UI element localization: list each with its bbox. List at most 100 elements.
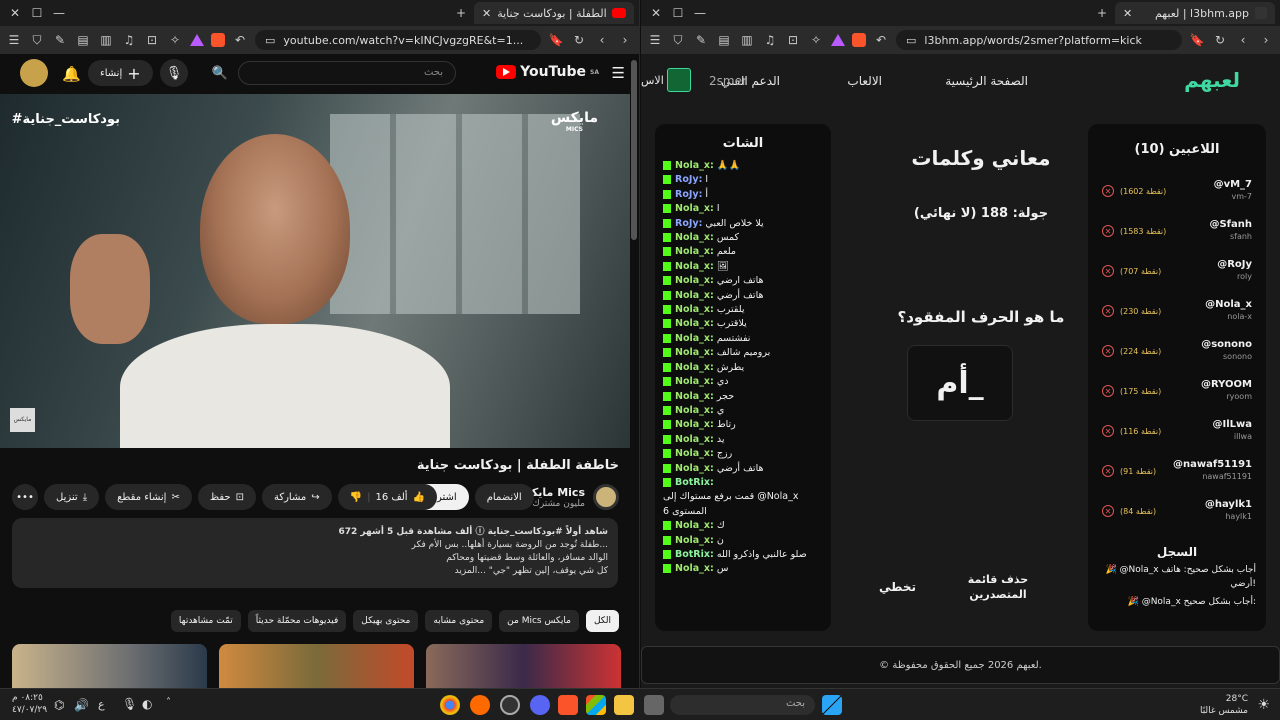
chat-username[interactable]: Nola_x: [675, 160, 714, 171]
like-dislike-button[interactable]: 👎 | 16 ألف 👍 [337, 484, 438, 510]
clipboard-icon[interactable]: ▤ [716, 33, 732, 47]
app-icon-circle[interactable] [500, 695, 520, 715]
windows-start-icon[interactable] [822, 695, 842, 715]
sidebar-icon[interactable]: ▥ [98, 33, 114, 47]
site-brand-logo[interactable]: لعبهم [1184, 68, 1240, 92]
remove-player-icon[interactable]: ✕ [1102, 505, 1114, 517]
search-button[interactable]: 🔍 [206, 59, 234, 87]
dislike-icon[interactable]: 👎 [350, 492, 362, 503]
chip-similar[interactable]: محتوى مشابه [425, 610, 493, 632]
remove-player-icon[interactable]: ✕ [1102, 265, 1114, 277]
clipboard-icon[interactable]: ▤ [75, 33, 91, 47]
chat-username[interactable]: RoJy: [675, 189, 702, 200]
nav-games[interactable]: الالعاب [847, 74, 882, 88]
download-button[interactable]: تنزيل ⤓ [44, 484, 100, 510]
task-view-icon[interactable] [644, 695, 664, 715]
chat-username[interactable]: Nola_x: [675, 290, 714, 301]
skip-button[interactable]: تخطي [879, 580, 916, 594]
chat-username[interactable]: Nola_x: [675, 362, 714, 373]
shield-icon[interactable]: ⛉ [670, 33, 686, 48]
close-window-icon[interactable]: ✕ [4, 6, 26, 20]
sidebar-icon[interactable]: ▥ [739, 33, 755, 47]
clock[interactable]: ٠٨:٢٥ م ٤٧/٠٧/٢٩ [12, 692, 47, 716]
chip-all[interactable]: الكل [585, 610, 619, 632]
vpn-icon[interactable] [190, 34, 204, 46]
minimize-window-icon[interactable]: — [689, 6, 711, 20]
show-hidden-icons[interactable]: ˄ [166, 697, 171, 708]
vpn-icon[interactable] [831, 34, 845, 46]
weather-widget[interactable]: 28°C مشمس غالبًا [1200, 693, 1248, 717]
volume-icon[interactable]: 🔊 [74, 698, 89, 712]
video-thumbnail[interactable] [426, 644, 621, 688]
tab-l3bhm[interactable]: ✕ لعبهم | l3bhm.app [1115, 2, 1275, 24]
bookmark-icon[interactable]: 🔖 [1189, 33, 1205, 47]
puzzle-icon[interactable]: ✧ [167, 33, 183, 47]
chip-watched[interactable]: تمّت مشاهدتها [170, 610, 241, 632]
menu-icon[interactable]: ☰ [6, 33, 22, 47]
site-info-icon[interactable]: ▭ [265, 34, 275, 47]
site-info-icon[interactable]: ▭ [906, 34, 916, 47]
back-icon[interactable]: ‹ [594, 33, 610, 47]
delete-leaderboard-button[interactable]: حذف قائمة المتصدرين [963, 572, 1033, 602]
chat-username[interactable]: Nola_x: [675, 563, 714, 574]
guide-menu-icon[interactable]: ☰ [612, 64, 625, 82]
remove-player-icon[interactable]: ✕ [1102, 465, 1114, 477]
voice-search-button[interactable]: 🎙 [160, 59, 188, 87]
video-description[interactable]: 672 ألف مشاهدة قبل 5 أشهر ⓘ شاهد أولاً #… [12, 518, 618, 588]
share-icon[interactable]: ↶ [873, 33, 889, 47]
tab-youtube[interactable]: ✕ خاطفة الطفلة | بودكاست جناية [474, 2, 634, 24]
join-button[interactable]: الانضمام [474, 484, 534, 510]
chat-username[interactable]: Nola_x: [675, 304, 714, 315]
chat-username[interactable]: Nola_x: [675, 246, 714, 257]
chat-username[interactable]: Nola_x: [675, 520, 714, 531]
reload-icon[interactable]: ↻ [1212, 33, 1228, 47]
notifications-bell-icon[interactable]: 🔔 [62, 65, 81, 83]
puzzle-icon[interactable]: ✧ [808, 33, 824, 47]
share-button[interactable]: مشاركة ↪ [261, 484, 332, 510]
network-icon[interactable]: ⌬ [54, 698, 64, 712]
close-tab-icon[interactable]: ✕ [1123, 7, 1132, 20]
menu-icon[interactable]: ☰ [647, 33, 663, 47]
video-thumbnail[interactable] [12, 644, 207, 688]
chat-username[interactable]: Nola_x: [675, 261, 714, 272]
chat-username[interactable]: Nola_x: [675, 448, 714, 459]
extensions-icon[interactable]: ✎ [52, 33, 68, 47]
chip-recent[interactable]: فيديوهات محمّلة حديثاً [247, 610, 347, 632]
music-icon[interactable]: ♫ [762, 33, 778, 47]
chat-username[interactable]: Nola_x: [675, 391, 714, 402]
account-avatar[interactable] [20, 59, 48, 87]
chat-username[interactable]: Nola_x: [675, 275, 714, 286]
chat-username[interactable]: RoJy: [675, 218, 702, 229]
video-player[interactable]: #بودكاست_جناية مايكس MICS [0, 94, 630, 448]
app-icon-orange[interactable] [470, 695, 490, 715]
chip-related[interactable]: محتوى بهيكل [353, 610, 419, 632]
maximize-window-icon[interactable]: ☐ [26, 6, 48, 20]
clip-button[interactable]: إنشاء مقطع ✂ [105, 484, 192, 510]
user-avatar[interactable] [667, 68, 691, 92]
share-icon[interactable]: ↶ [232, 33, 248, 47]
remove-player-icon[interactable]: ✕ [1102, 305, 1114, 317]
music-icon[interactable]: ♫ [121, 33, 137, 47]
bookmark-icon[interactable]: 🔖 [548, 33, 564, 47]
minimize-window-icon[interactable]: — [48, 6, 70, 20]
new-tab-icon[interactable]: + [1091, 6, 1113, 20]
input-language[interactable]: ع [98, 698, 105, 711]
create-button[interactable]: إنشاء + [88, 60, 153, 86]
remove-player-icon[interactable]: ✕ [1102, 185, 1114, 197]
reload-icon[interactable]: ↻ [571, 33, 587, 47]
chat-username[interactable]: Nola_x: [675, 318, 714, 329]
chat-username[interactable]: Nola_x: [675, 535, 714, 546]
nav-truncated-link[interactable]: الاس [641, 74, 664, 87]
screenshot-icon[interactable]: ⊡ [785, 33, 801, 47]
chat-username[interactable]: RoJy: [675, 174, 702, 185]
nav-user-name[interactable]: 2smer [709, 74, 747, 88]
nav-home[interactable]: الصفحة الرئيسية [945, 74, 1028, 88]
chat-username[interactable]: Nola_x: [675, 333, 714, 344]
remove-player-icon[interactable]: ✕ [1102, 225, 1114, 237]
remove-player-icon[interactable]: ✕ [1102, 345, 1114, 357]
like-icon[interactable]: 👍 [413, 492, 425, 503]
discord-icon[interactable] [530, 695, 550, 715]
chrome-icon[interactable] [440, 695, 460, 715]
remove-player-icon[interactable]: ✕ [1102, 385, 1114, 397]
brave-shield-icon[interactable] [211, 33, 225, 47]
